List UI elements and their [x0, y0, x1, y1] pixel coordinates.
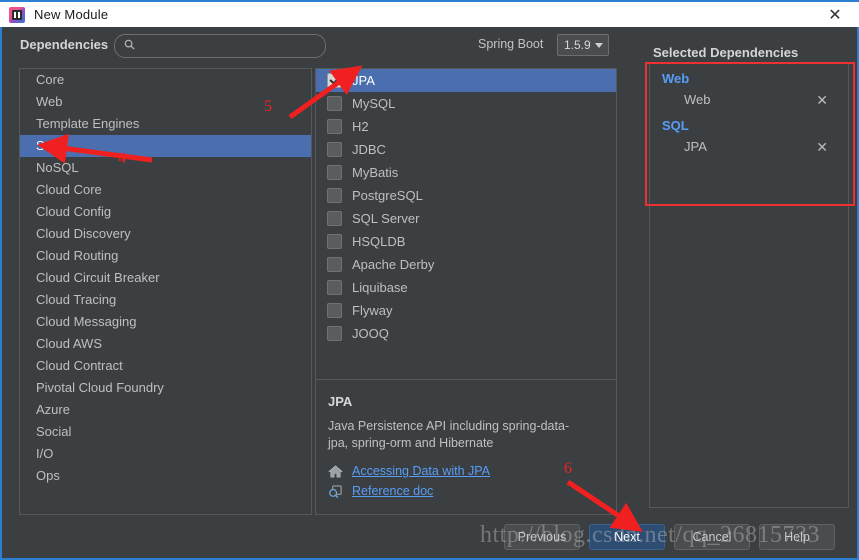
dependency-checkbox[interactable] — [327, 326, 342, 341]
category-item[interactable]: Core — [20, 69, 311, 91]
category-item[interactable]: Cloud Routing — [20, 245, 311, 267]
category-item[interactable]: Cloud Discovery — [20, 223, 311, 245]
dependency-row[interactable]: JPA — [316, 69, 616, 92]
category-item[interactable]: Cloud Tracing — [20, 289, 311, 311]
window-title: New Module — [34, 7, 109, 22]
new-module-dialog: New Module ✕ Dependencies Spring Boot 1.… — [0, 0, 859, 560]
spring-boot-label: Spring Boot — [478, 37, 544, 51]
dependency-row[interactable]: SQL Server — [316, 207, 616, 230]
selected-group-header: SQL — [662, 118, 689, 133]
chevron-down-icon — [594, 42, 603, 48]
remove-dependency-icon[interactable]: ✕ — [816, 140, 828, 154]
dependency-label: JDBC — [352, 142, 386, 157]
dependency-label: MyBatis — [352, 165, 399, 180]
dependency-checkbox[interactable] — [327, 280, 342, 295]
link-accessing-data-with-jpa[interactable]: Accessing Data with JPA — [328, 461, 490, 481]
category-item[interactable]: Cloud Messaging — [20, 311, 311, 333]
category-list[interactable]: Core Web Template Engines SQL NoSQL Cloud Cor… — [19, 68, 312, 515]
category-item[interactable]: Cloud Contract — [20, 355, 311, 377]
dependency-panel: JPA MySQL H2 JDBC MyBatis PostgreSQL SQL Serve… — [315, 68, 617, 515]
dependency-label: JPA — [352, 73, 375, 88]
dependency-checkbox[interactable] — [327, 142, 342, 157]
dependency-label: HSQLDB — [352, 234, 406, 249]
dependency-label: H2 — [352, 119, 369, 134]
dependency-label: SQL Server — [352, 211, 420, 226]
selected-dependency-row: Web ✕ — [650, 89, 848, 110]
selected-dependencies-title: Selected Dependencies — [653, 45, 799, 60]
category-item[interactable]: Social — [20, 421, 311, 443]
home-icon — [328, 465, 343, 477]
selected-dependency-label: Web — [684, 92, 711, 107]
dependency-row[interactable]: MySQL — [316, 92, 616, 115]
help-button[interactable]: Help — [759, 524, 835, 550]
dependency-label: MySQL — [352, 96, 396, 111]
category-item[interactable]: Ops — [20, 465, 311, 487]
dependency-row[interactable]: Apache Derby — [316, 253, 616, 276]
dependency-checkbox[interactable] — [327, 303, 342, 318]
category-item[interactable]: Web — [20, 91, 311, 113]
selected-dependency-label: JPA — [684, 139, 707, 154]
spring-boot-version-value: 1.5.9 — [564, 38, 591, 52]
category-item[interactable]: Cloud Core — [20, 179, 311, 201]
dependency-label: Liquibase — [352, 280, 408, 295]
description-panel: JPA Java Persistence API including sprin… — [316, 380, 616, 514]
dependency-row[interactable]: MyBatis — [316, 161, 616, 184]
title-bar: New Module ✕ — [0, 0, 859, 27]
selected-dependency-row: JPA ✕ — [650, 136, 848, 157]
dependency-row[interactable]: Liquibase — [316, 276, 616, 299]
intellij-idea-icon — [9, 6, 25, 23]
remove-dependency-icon[interactable]: ✕ — [816, 93, 828, 107]
dependency-checkbox[interactable] — [327, 96, 342, 111]
cancel-button[interactable]: Cancel — [674, 524, 750, 550]
search-box[interactable] — [114, 34, 326, 58]
dependency-row[interactable]: PostgreSQL — [316, 184, 616, 207]
category-item[interactable]: Cloud AWS — [20, 333, 311, 355]
dependency-row[interactable]: JOOQ — [316, 322, 616, 345]
dependency-row[interactable]: H2 — [316, 115, 616, 138]
description-title: JPA — [328, 394, 353, 409]
link-reference-doc[interactable]: Reference doc — [328, 481, 490, 501]
dependency-label: PostgreSQL — [352, 188, 423, 203]
dependency-checkbox[interactable] — [327, 119, 342, 134]
dependencies-label: Dependencies — [20, 37, 109, 52]
category-item[interactable]: Template Engines — [20, 113, 311, 135]
dependency-checkbox[interactable] — [327, 257, 342, 272]
selected-dependencies-panel: Web Web ✕ SQL JPA ✕ — [649, 62, 849, 508]
dependency-label: Flyway — [352, 303, 393, 318]
next-button[interactable]: Next — [589, 524, 665, 550]
category-item[interactable]: I/O — [20, 443, 311, 465]
category-item[interactable]: Cloud Config — [20, 201, 311, 223]
dependency-label: Apache Derby — [352, 257, 435, 272]
dependency-checkbox[interactable] — [327, 188, 342, 203]
category-item[interactable]: SQL — [20, 135, 311, 157]
dependency-row[interactable]: HSQLDB — [316, 230, 616, 253]
link-label: Accessing Data with JPA — [352, 464, 491, 478]
category-item[interactable]: Cloud Circuit Breaker — [20, 267, 311, 289]
search-input[interactable] — [141, 37, 320, 56]
link-label: Reference doc — [352, 484, 434, 498]
description-text: Java Persistence API including spring-da… — [328, 419, 570, 450]
dialog-buttons: Previous Next Cancel Help — [2, 524, 857, 550]
dependency-row[interactable]: JDBC — [316, 138, 616, 161]
category-item[interactable]: NoSQL — [20, 157, 311, 179]
close-icon[interactable]: ✕ — [825, 6, 845, 26]
dependency-list[interactable]: JPA MySQL H2 JDBC MyBatis PostgreSQL SQL Serve… — [316, 69, 616, 379]
dependency-row[interactable]: Flyway — [316, 299, 616, 322]
selected-group-header: Web — [662, 71, 690, 86]
dependency-label: JOOQ — [352, 326, 389, 341]
category-item[interactable]: Pivotal Cloud Foundry — [20, 377, 311, 399]
reference-doc-icon — [329, 484, 342, 498]
previous-button[interactable]: Previous — [504, 524, 580, 550]
dependency-checkbox[interactable] — [327, 165, 342, 180]
search-icon — [124, 39, 135, 50]
spring-boot-version-dropdown[interactable]: 1.5.9 — [557, 34, 609, 56]
dependency-checkbox[interactable] — [327, 211, 342, 226]
dependency-checkbox[interactable] — [327, 234, 342, 249]
description-links: Accessing Data with JPA Reference doc — [328, 461, 490, 501]
category-item[interactable]: Azure — [20, 399, 311, 421]
dependency-checkbox[interactable] — [327, 73, 342, 88]
